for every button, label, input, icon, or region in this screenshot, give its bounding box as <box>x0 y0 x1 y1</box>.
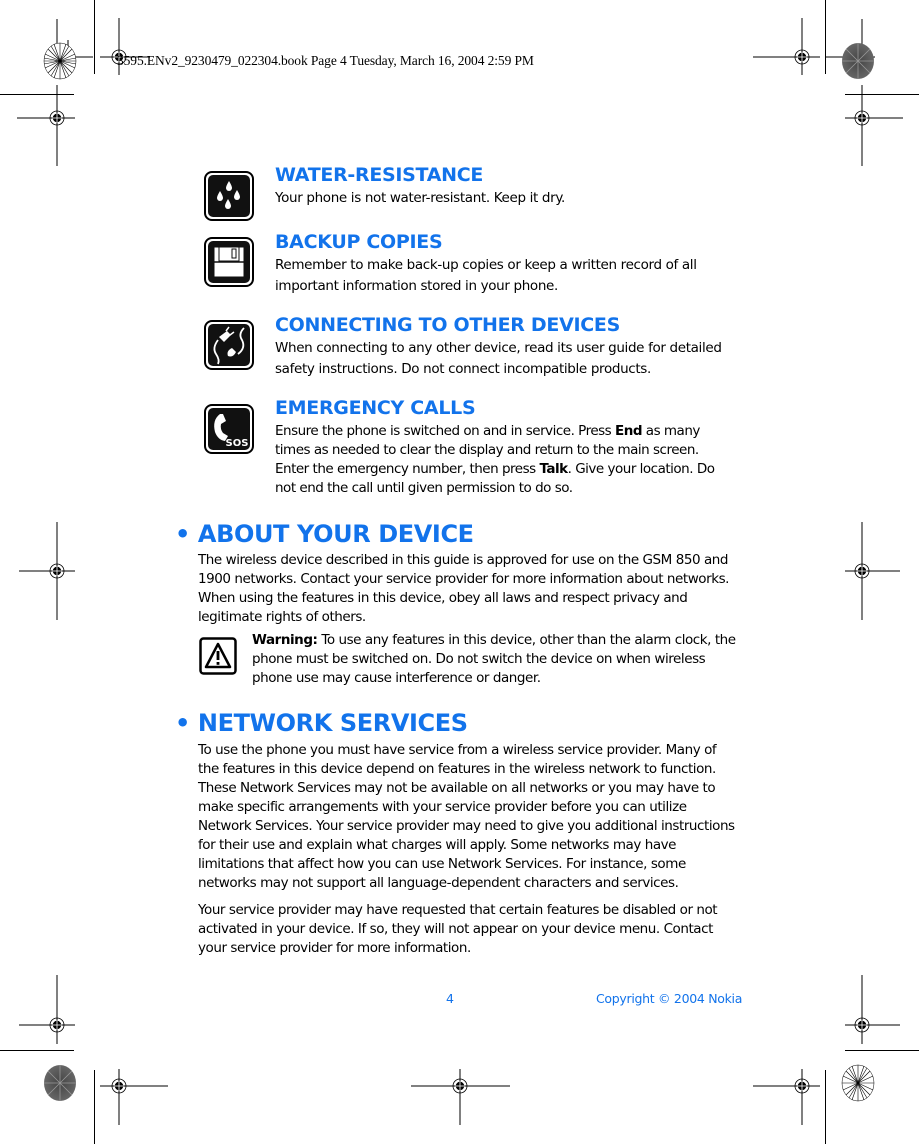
safety-item-water-resistance: WATER-RESISTANCE Your phone is not water… <box>275 164 735 209</box>
about-paragraph: The wireless device described in this gu… <box>198 552 729 625</box>
safety-item-text: Ensure the phone is switched on and in s… <box>275 422 733 498</box>
registration-mark <box>845 522 900 620</box>
section-body-network: To use the phone you must have service f… <box>198 741 738 966</box>
safety-item-text: Your phone is not water-resistant. Keep … <box>275 190 565 206</box>
safety-item-emergency-calls: EMERGENCY CALLS Ensure the phone is swit… <box>275 397 735 498</box>
section-heading-network: • NETWORK SERVICES <box>175 709 468 737</box>
warning-text: To use any features in this device, othe… <box>252 632 736 686</box>
safety-item-connecting: CONNECTING TO OTHER DEVICES When connect… <box>275 314 735 380</box>
star-target <box>842 43 874 79</box>
water-drops-icon <box>204 171 254 221</box>
registration-mark <box>100 1069 168 1125</box>
plug-cable-icon <box>204 320 254 370</box>
warning-label: Warning: <box>252 632 318 648</box>
warning-note: Warning: To use any features in this dev… <box>252 631 740 688</box>
star-target <box>841 1064 875 1102</box>
star-target <box>43 42 77 80</box>
page-number: 4 <box>446 991 454 1006</box>
floppy-disk-icon <box>204 237 254 287</box>
safety-item-title: BACKUP COPIES <box>275 231 443 253</box>
key-name-end: End <box>615 423 643 439</box>
safety-item-text: When connecting to any other device, rea… <box>275 340 722 377</box>
section-body-about: The wireless device described in this gu… <box>198 551 738 635</box>
registration-mark <box>845 975 900 1044</box>
safety-item-text: Remember to make back-up copies or keep … <box>275 257 697 294</box>
safety-item-title: EMERGENCY CALLS <box>275 397 476 419</box>
network-paragraph-1: To use the phone you must have service f… <box>198 742 735 891</box>
section-heading-about: • ABOUT YOUR DEVICE <box>175 520 474 548</box>
registration-mark <box>845 85 903 166</box>
svg-text:SOS: SOS <box>226 438 249 449</box>
registration-mark <box>19 975 75 1044</box>
sos-phone-icon: SOS <box>204 404 254 454</box>
registration-mark <box>17 85 75 166</box>
registration-mark <box>753 18 820 75</box>
star-target <box>44 1065 76 1101</box>
registration-mark <box>19 522 75 620</box>
network-paragraph-2: Your service provider may have requested… <box>198 902 718 956</box>
safety-item-title: WATER-RESISTANCE <box>275 164 484 186</box>
registration-mark <box>753 1069 820 1125</box>
registration-mark <box>411 1069 510 1125</box>
copyright: Copyright © 2004 Nokia <box>596 991 743 1006</box>
key-name-talk: Talk <box>539 461 568 477</box>
safety-item-title: CONNECTING TO OTHER DEVICES <box>275 314 620 336</box>
safety-item-backup-copies: BACKUP COPIES Remember to make back-up c… <box>275 231 735 297</box>
print-header: 3595.ENv2_9230479_022304.book Page 4 Tue… <box>117 53 534 68</box>
warning-icon <box>199 637 237 675</box>
text-run: Ensure the phone is switched on and in s… <box>275 423 616 439</box>
